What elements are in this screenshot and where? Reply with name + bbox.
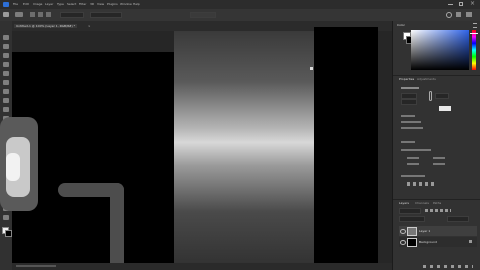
layer-thumbnail — [407, 227, 417, 236]
menu-view[interactable]: View — [97, 2, 104, 6]
menu-window[interactable]: Window — [120, 2, 132, 6]
prop-line-3 — [401, 127, 423, 129]
prop-line-5 — [401, 149, 431, 151]
prop-line-9 — [433, 163, 445, 165]
healing-tool-icon[interactable] — [3, 98, 9, 103]
home-icon[interactable] — [3, 12, 9, 17]
prop-line-10 — [401, 175, 425, 177]
menu-bar: File Edit Image Layer Type Select Filter… — [0, 0, 480, 9]
canvas-gradient[interactable] — [174, 31, 314, 263]
canvas-area[interactable] — [0, 27, 392, 263]
menu-plugins[interactable]: Plugins — [107, 2, 118, 6]
menu-filter[interactable]: Filter — [79, 2, 86, 6]
menu-image[interactable]: Image — [33, 2, 42, 6]
tab-layers[interactable]: Layers — [399, 201, 409, 205]
canvas-document-right[interactable] — [314, 27, 378, 263]
prop-line-8 — [433, 157, 445, 159]
panels-dock: Color Properties Adjustments Layers Chan… — [392, 21, 480, 270]
link-icon[interactable] — [429, 91, 432, 101]
layer-name[interactable]: Background — [419, 240, 437, 244]
menu-3d[interactable]: 3D — [90, 2, 94, 6]
menu-file[interactable]: File — [13, 2, 18, 6]
properties-row — [401, 87, 419, 89]
layer-footer-icons[interactable] — [423, 265, 473, 268]
color-panel-tab[interactable]: Color — [397, 23, 405, 27]
layer-row-2[interactable]: Background — [399, 237, 477, 247]
marquee-tool-icon[interactable] — [3, 44, 9, 49]
prop-h-field[interactable] — [401, 99, 417, 105]
tab-paths[interactable]: Paths — [433, 201, 441, 205]
l-shape-vertical[interactable] — [110, 183, 124, 263]
option-icon-1[interactable] — [30, 12, 35, 17]
quick-select-tool-icon[interactable] — [3, 62, 9, 67]
layer-filter-icons[interactable] — [425, 209, 451, 212]
blend-mode-select[interactable] — [399, 216, 425, 222]
rounded-shape-core[interactable] — [6, 153, 20, 181]
menu-help[interactable]: Help — [133, 2, 140, 6]
properties-panel-divider — [393, 75, 480, 76]
prop-line-4 — [401, 141, 415, 143]
option-icon-2[interactable] — [38, 12, 43, 17]
color-picker-field[interactable] — [411, 30, 469, 70]
layer-thumbnail — [407, 238, 417, 247]
lock-icon[interactable] — [469, 240, 472, 243]
menu-select[interactable]: Select — [67, 2, 76, 6]
share-icon[interactable] — [466, 12, 472, 17]
menu-layer[interactable]: Layer — [45, 2, 53, 6]
visibility-eye-icon[interactable] — [400, 229, 406, 234]
status-info — [16, 265, 56, 267]
prop-line-7 — [407, 163, 419, 165]
option-field-2[interactable] — [90, 12, 122, 18]
option-icon-3[interactable] — [46, 12, 51, 17]
tab-close-icon[interactable]: × — [88, 24, 91, 28]
prop-highlight-box[interactable] — [439, 106, 451, 111]
tool-preset-icon[interactable] — [15, 12, 23, 17]
minimize-icon[interactable] — [448, 4, 453, 5]
layer-name[interactable]: Layer 1 — [419, 229, 430, 233]
zoom-tool-icon[interactable] — [3, 215, 9, 220]
visibility-eye-icon[interactable] — [400, 240, 406, 245]
tab-channels[interactable]: Channels — [415, 201, 429, 205]
panel-menu-icon[interactable] — [473, 23, 477, 28]
document-tab[interactable]: Untitled-1 @ 100% (Layer 1, RGB/8#) * — [14, 24, 78, 28]
crop-tool-icon[interactable] — [3, 71, 9, 76]
layers-panel-divider — [393, 199, 480, 200]
prop-line-1 — [401, 115, 415, 117]
close-icon[interactable]: × — [470, 0, 475, 8]
eyedropper-tool-icon[interactable] — [3, 89, 9, 94]
tab-adjustments[interactable]: Adjustments — [417, 77, 436, 81]
move-tool-icon[interactable] — [3, 35, 9, 40]
menu-edit[interactable]: Edit — [23, 2, 29, 6]
maximize-icon[interactable] — [459, 2, 463, 6]
tab-properties[interactable]: Properties — [399, 77, 414, 81]
hue-slider-handle[interactable] — [470, 33, 478, 34]
opacity-field[interactable] — [447, 216, 469, 222]
prop-line-2 — [401, 121, 421, 123]
mode-field[interactable] — [60, 12, 84, 18]
brush-tool-icon[interactable] — [3, 107, 9, 112]
app-logo-icon — [3, 2, 9, 7]
lasso-tool-icon[interactable] — [3, 53, 9, 58]
transform-handle[interactable] — [310, 67, 313, 70]
option-field-3[interactable] — [190, 12, 216, 18]
menu-type[interactable]: Type — [57, 2, 64, 6]
status-bar — [12, 263, 392, 270]
prop-x-field[interactable] — [435, 93, 449, 99]
background-color-swatch[interactable] — [5, 230, 12, 237]
frame-tool-icon[interactable] — [3, 80, 9, 85]
layer-row-1[interactable]: Layer 1 — [399, 226, 477, 236]
prop-line-6 — [407, 157, 419, 159]
hue-slider[interactable] — [472, 30, 476, 70]
align-icons[interactable] — [407, 182, 437, 186]
workspace-icon[interactable] — [456, 12, 461, 17]
search-icon[interactable] — [446, 12, 452, 18]
layer-filter-field[interactable] — [399, 208, 421, 214]
